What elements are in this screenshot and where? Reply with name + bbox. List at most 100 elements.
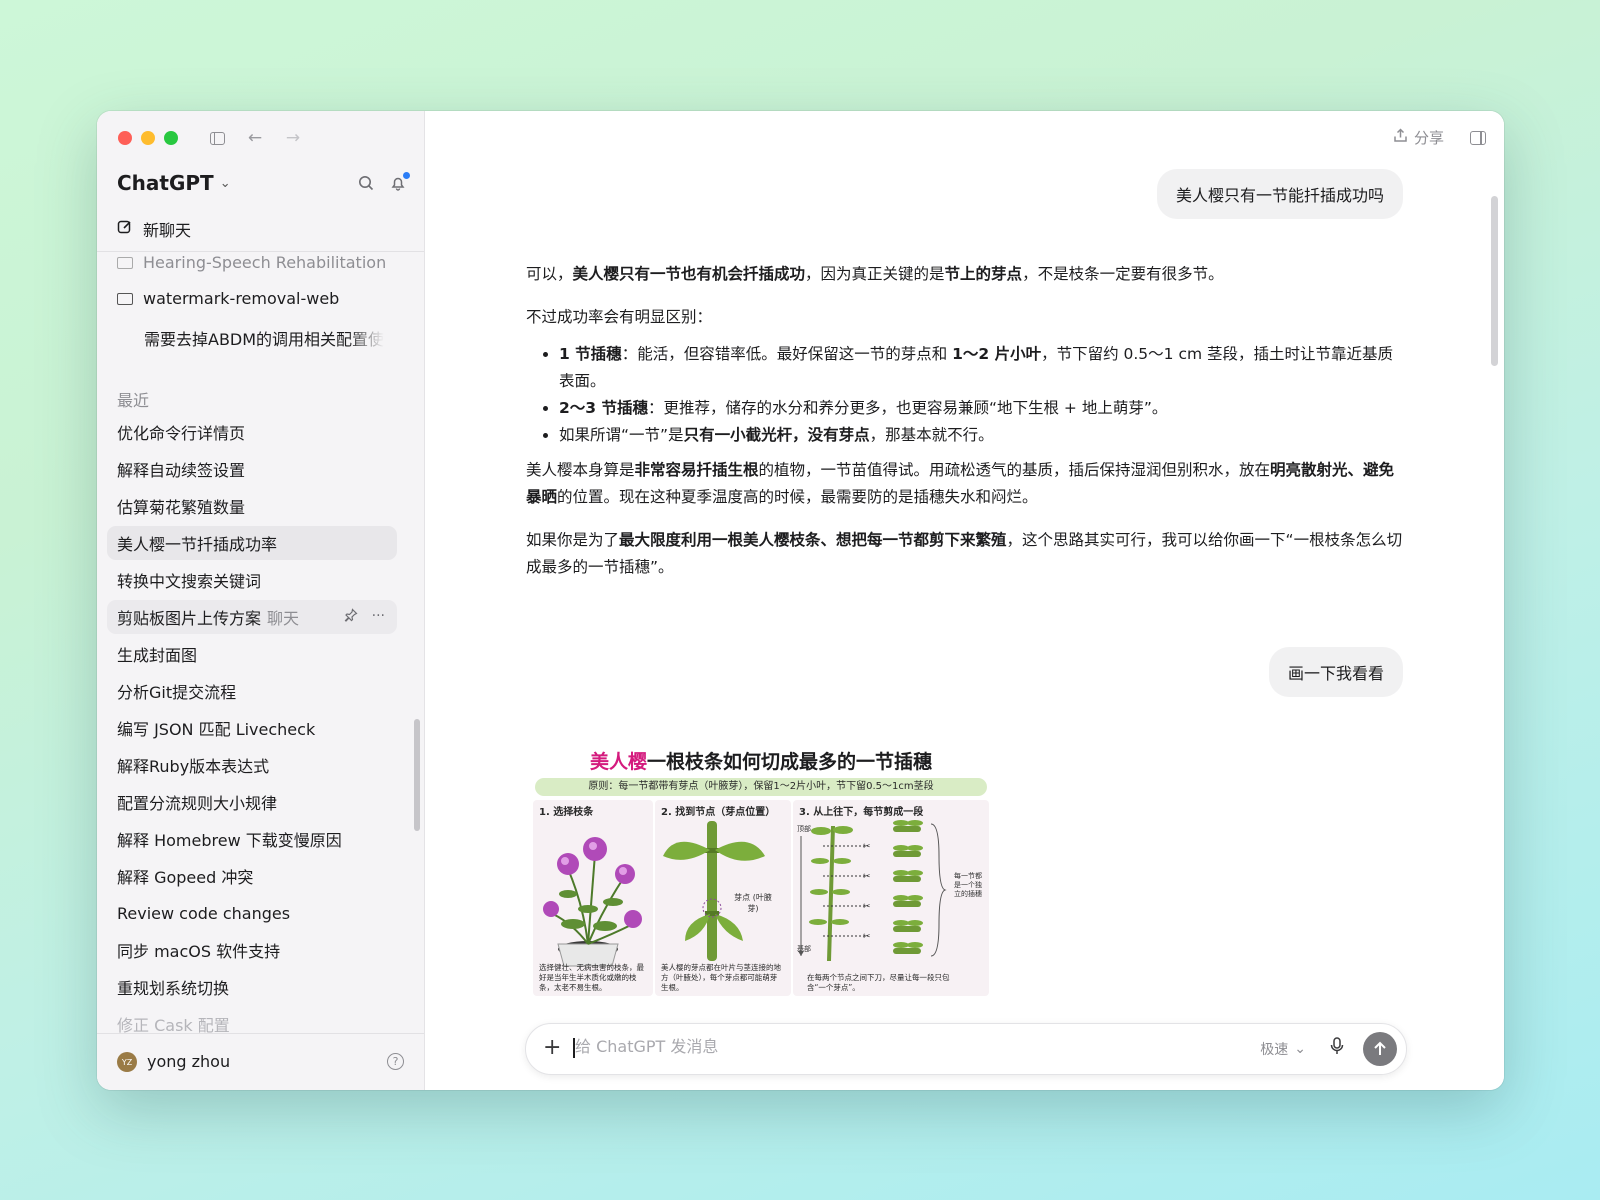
chat-item[interactable]: 转换中文搜索关键词 xyxy=(107,563,397,597)
chat-main: 分享 美人樱只有一节能扦插成功吗 可以，美人樱只有一节也有机会扦插成功，因为真正… xyxy=(425,111,1504,1090)
chevron-down-icon: ⌄ xyxy=(219,175,231,191)
zoom-window-button[interactable] xyxy=(164,131,178,145)
user-name[interactable]: yong zhou xyxy=(147,1052,230,1071)
chat-item[interactable]: 估算菊花繁殖数量 xyxy=(107,489,397,523)
send-button[interactable] xyxy=(1363,1032,1397,1066)
svg-text:✂: ✂ xyxy=(863,842,871,852)
chat-item-active[interactable]: 美人樱一节扦插成功率 xyxy=(107,526,397,560)
recent-section-title: 最近 xyxy=(117,391,150,410)
sidebar-toolbar: ← → xyxy=(207,126,303,150)
add-attachment-icon[interactable]: + xyxy=(543,1035,561,1060)
microphone-icon[interactable] xyxy=(1330,1037,1344,1059)
assistant-message: 可以，美人樱只有一节也有机会扦插成功，因为真正关键的是节上的芽点，不是枝条一定要… xyxy=(526,261,1406,597)
compose-icon xyxy=(117,219,133,239)
pin-icon[interactable] xyxy=(344,608,358,626)
chevron-down-icon: ⌄ xyxy=(1294,1041,1306,1057)
brace-label: 每一节都是一个独立的插穗 xyxy=(954,872,982,898)
chat-item[interactable]: 生成封面图 xyxy=(107,637,397,671)
search-icon[interactable] xyxy=(358,175,374,195)
chat-item[interactable]: 重规划系统切换 xyxy=(107,970,397,1004)
arrow-up-icon xyxy=(1374,1041,1386,1055)
app-window: ← → ChatGPT ⌄ 新聊天 Hearing-Speech Rehabil… xyxy=(97,111,1504,1090)
notification-bell-icon[interactable] xyxy=(390,172,410,195)
speed-label: 极速 xyxy=(1260,1042,1289,1058)
panel-caption: 美人樱的芽点都在叶片与茎连接的地方（叶腋处），每个芽点都可能萌芽生根。 xyxy=(661,963,781,992)
list-item: 如果所谓“一节”是只有一小截光杆，没有芽点，那基本就不行。 xyxy=(559,422,1406,449)
svg-text:✂: ✂ xyxy=(863,902,871,912)
chat-item-suffix: 聊天 xyxy=(267,609,300,628)
forward-arrow-icon[interactable]: → xyxy=(283,126,303,150)
user-message: 画一下我看看 xyxy=(1268,647,1403,697)
message-input[interactable] xyxy=(575,1037,1175,1056)
image-panel-3: 3. 从上往下，每节剪成一段 顶部 基部 ✂ ✂ ✂ ✂ 每一节都是一个独立的插… xyxy=(793,800,989,996)
app-title: ChatGPT xyxy=(117,171,214,195)
user-message: 美人樱只有一节能扦插成功吗 xyxy=(1156,169,1403,219)
project-label: Hearing-Speech Rehabilitation xyxy=(143,253,387,272)
image-title: 美人樱一根枝条如何切成最多的一节插穗 xyxy=(589,751,933,773)
chat-scrollbar[interactable] xyxy=(1491,196,1498,366)
open-folder-icon xyxy=(117,292,133,305)
app-title-menu[interactable]: ChatGPT ⌄ xyxy=(117,171,231,195)
answer-list: 1 节插穗：能活，但容错率低。最好保留这一节的芽点和 1～2 片小叶，节下留约 … xyxy=(526,341,1406,449)
answer-paragraph: 如果你是为了最大限度利用一根美人樱枝条、想把每一节都剪下来繁殖，这个思路其实可行… xyxy=(526,531,1403,576)
help-icon[interactable]: ? xyxy=(387,1053,404,1070)
image-banner: 原则：每一节都带有芽点（叶腋芽），保留1～2片小叶，节下留0.5～1cm茎段 xyxy=(535,778,987,796)
sidebar-actions xyxy=(358,172,410,195)
chat-item[interactable]: 解释Ruby版本表达式 xyxy=(107,748,397,782)
answer-paragraph: 不过成功率会有明显区别： xyxy=(526,308,713,326)
flower-pot-drawing xyxy=(543,837,642,967)
bud-label: 芽点 (叶腋芽) xyxy=(734,893,772,913)
new-chat-label: 新聊天 xyxy=(143,221,192,240)
back-arrow-icon[interactable]: ← xyxy=(245,126,265,150)
more-options-icon[interactable]: ··· xyxy=(372,608,385,626)
chat-item[interactable]: Review code changes xyxy=(107,896,397,930)
chat-item[interactable]: 解释 Gopeed 冲突 xyxy=(107,859,397,893)
project-watermark-removal[interactable]: watermark-removal-web xyxy=(117,289,339,308)
message-composer: + 极速 ⌄ xyxy=(525,1023,1407,1075)
chat-item-actions: ··· xyxy=(344,608,385,626)
list-item: 2～3 节插穗：更推荐，储存的水分和养分更多，也更容易兼顾“地下生根 + 地上萌… xyxy=(559,395,1406,422)
answer-paragraph: 美人樱本身算是非常容易扦插生根的植物，一节苗值得试。用疏松透气的基质，插后保持湿… xyxy=(526,461,1395,506)
chat-item[interactable]: 同步 macOS 软件支持 xyxy=(107,933,397,967)
conversation-list[interactable]: Hearing-Speech Rehabilitation watermark-… xyxy=(97,252,424,1033)
chat-item-hovered[interactable]: 剪贴板图片上传方案 聊天 ··· xyxy=(107,600,397,634)
panel-caption: 在每两个节点之间下刀，尽量让每一段只包含“一个芽点”。 xyxy=(807,973,950,992)
chat-item[interactable]: 编写 JSON 匹配 Livecheck xyxy=(107,711,397,745)
notification-dot xyxy=(403,172,410,179)
panel-caption: 选择健壮、无病虫害的枝条，最好是当年生半木质化或嫩的枝条，太老不易生根。 xyxy=(539,963,644,992)
chat-item[interactable]: 解释 Homebrew 下载变慢原因 xyxy=(107,822,397,856)
new-chat-button[interactable]: 新聊天 xyxy=(117,217,191,241)
chat-item[interactable]: 修正 Cask 配置 xyxy=(107,1007,397,1033)
svg-text:✂: ✂ xyxy=(863,872,871,882)
chat-item[interactable]: 解释自动续签设置 xyxy=(107,452,397,486)
chat-item[interactable]: 优化命令行详情页 xyxy=(107,415,397,449)
close-window-button[interactable] xyxy=(118,131,132,145)
share-label: 分享 xyxy=(1413,129,1444,147)
share-button[interactable]: 分享 xyxy=(1393,127,1444,148)
sidebar-scrollbar[interactable] xyxy=(414,719,420,831)
avatar[interactable]: YZ xyxy=(117,1052,137,1072)
project-label: watermark-removal-web xyxy=(143,289,340,308)
toggle-sidebar-icon[interactable] xyxy=(207,126,227,150)
share-icon xyxy=(1393,128,1408,147)
sidebar: ← → ChatGPT ⌄ 新聊天 Hearing-Speech Rehabil… xyxy=(97,111,425,1090)
chat-item-label: 剪贴板图片上传方案 xyxy=(117,609,262,628)
project-chat-item[interactable]: 需要去掉ABDM的调用相关配置使 xyxy=(144,326,384,350)
svg-text:✂: ✂ xyxy=(863,932,871,942)
image-panels: 1. 选择枝条 选择健壮、无病虫害的枝条，最好是当年生半木质化或嫩的枝条，太老不… xyxy=(533,800,989,996)
model-speed-selector[interactable]: 极速 ⌄ xyxy=(1260,1039,1306,1059)
list-item: 1 节插穗：能活，但容错率低。最好保留这一节的芽点和 1～2 片小叶，节下留约 … xyxy=(559,341,1406,395)
answer-paragraph: 可以，美人樱只有一节也有机会扦插成功，因为真正关键的是节上的芽点，不是枝条一定要… xyxy=(526,265,1224,283)
window-controls xyxy=(118,131,178,145)
chat-item[interactable]: 配置分流规则大小规律 xyxy=(107,785,397,819)
folder-icon xyxy=(117,256,133,269)
chat-item[interactable]: 分析Git提交流程 xyxy=(107,674,397,708)
image-panel-1: 1. 选择枝条 选择健壮、无病虫害的枝条，最好是当年生半木质化或嫩的枝条，太老不… xyxy=(533,800,653,996)
stem-node-drawing xyxy=(663,821,765,961)
sidebar-footer: YZ yong zhou ? xyxy=(97,1033,424,1090)
minimize-window-button[interactable] xyxy=(141,131,155,145)
project-hearing-speech[interactable]: Hearing-Speech Rehabilitation xyxy=(117,253,386,272)
toggle-right-panel-icon[interactable] xyxy=(1470,131,1486,145)
image-panel-2: 2. 找到节点（芽点位置） 芽点 (叶腋芽) 美人樱的芽点都在叶片与茎连接的地方… xyxy=(655,800,791,996)
generated-image[interactable]: 美人樱一根枝条如何切成最多的一节插穗 原则：每一节都带有芽点（叶腋芽），保留1～… xyxy=(533,745,989,1007)
